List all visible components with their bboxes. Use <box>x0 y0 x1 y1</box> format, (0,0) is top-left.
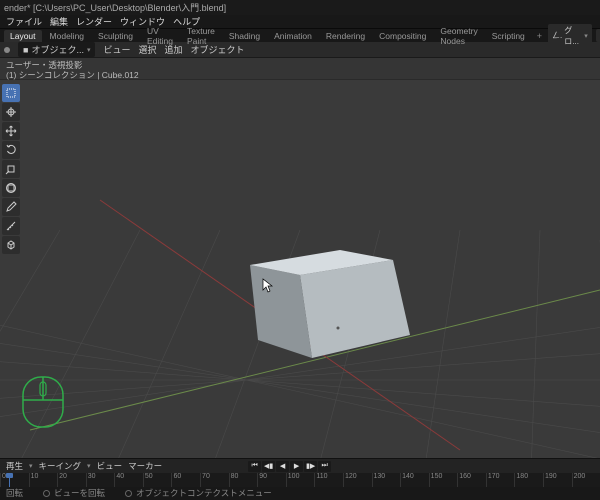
orientation-icon: ㄥ. <box>552 30 562 41</box>
mouse-icon <box>43 490 50 497</box>
tab-rendering[interactable]: Rendering <box>320 30 371 42</box>
chevron-down-icon: ▾ <box>584 32 588 40</box>
status-hint-context: オブジェクトコンテクストメニュー <box>125 487 272 499</box>
status-rotate: 回転 <box>6 487 23 499</box>
chevron-down-icon: ▾ <box>87 46 91 54</box>
tool-select-box[interactable] <box>2 84 20 102</box>
tick: 90 <box>257 473 286 487</box>
status-rotate-label: 回転 <box>6 487 23 499</box>
main-menu: ファイル 編集 レンダー ウィンドウ ヘルプ <box>0 15 600 28</box>
orientation-dropdown[interactable]: ㄥ. グロ... ▾ <box>548 24 592 48</box>
tab-shading[interactable]: Shading <box>223 30 266 42</box>
mode-label: オブジェク... <box>31 43 84 56</box>
tick: 200 <box>572 473 600 487</box>
menu-add[interactable]: 追加 <box>165 43 183 56</box>
menu-edit[interactable]: 編集 <box>50 15 68 28</box>
tick: 150 <box>429 473 458 487</box>
timeline-ruler[interactable]: 0 10 20 30 40 50 60 70 80 90 100 110 120… <box>0 473 600 487</box>
tick: 20 <box>57 473 86 487</box>
transport-controls: ⏮ ◀▮ ◀ ▶ ▮▶ ⏭ <box>248 461 331 472</box>
menu-render[interactable]: レンダー <box>76 15 112 28</box>
titlebar: ender* [C:\Users\PC_User\Desktop\Blender… <box>0 0 600 15</box>
play-button[interactable]: ▶ <box>290 461 303 472</box>
tick: 50 <box>143 473 172 487</box>
tick: 10 <box>29 473 58 487</box>
tick: 30 <box>86 473 115 487</box>
timeline-marker-menu[interactable]: マーカー <box>128 460 162 472</box>
tick: 110 <box>314 473 343 487</box>
tab-scripting[interactable]: Scripting <box>486 30 531 42</box>
viewport-projection: ユーザー・透視投影 <box>6 60 594 70</box>
tool-move[interactable] <box>2 122 20 140</box>
mouse-icon <box>125 490 132 497</box>
jump-last-button[interactable]: ⏭ <box>318 461 331 472</box>
tool-cursor[interactable] <box>2 103 20 121</box>
tick: 40 <box>114 473 143 487</box>
tool-annotate[interactable] <box>2 198 20 216</box>
statusbar: 回転 ビューを回転 オブジェクトコンテクストメニュー <box>0 486 600 500</box>
tab-sculpting[interactable]: Sculpting <box>92 30 139 42</box>
mode-dropdown[interactable]: ■ オブジェク... ▾ <box>18 42 95 57</box>
menu-select[interactable]: 選択 <box>138 43 156 56</box>
jump-first-button[interactable]: ⏮ <box>248 461 261 472</box>
menu-view[interactable]: ビュー <box>103 43 130 56</box>
pivot-dropdown[interactable]: ひ ▾ <box>596 29 600 42</box>
tick: 100 <box>286 473 315 487</box>
tool-add-cube[interactable] <box>2 236 20 254</box>
menu-object[interactable]: オブジェクト <box>191 43 245 56</box>
toolbar <box>2 84 20 254</box>
viewport-header: ■ オブジェク... ▾ ビュー 選択 追加 オブジェクト <box>0 42 600 58</box>
viewport-info: ユーザー・透視投影 (1) シーンコレクション | Cube.012 <box>0 58 600 80</box>
tool-transform[interactable] <box>2 179 20 197</box>
tick: 70 <box>200 473 229 487</box>
timeline-view-menu[interactable]: ビュー <box>97 460 123 472</box>
viewport-object: (1) シーンコレクション | Cube.012 <box>6 70 594 80</box>
tick: 190 <box>543 473 572 487</box>
timeline-keying-menu[interactable]: キーイング <box>39 460 82 472</box>
editor-type-icon[interactable] <box>4 47 10 53</box>
viewport-3d[interactable] <box>0 80 600 458</box>
tab-animation[interactable]: Animation <box>268 30 318 42</box>
tool-measure[interactable] <box>2 217 20 235</box>
tick: 0 <box>0 473 29 487</box>
tab-modeling[interactable]: Modeling <box>44 30 91 42</box>
tick: 170 <box>486 473 515 487</box>
tick: 60 <box>171 473 200 487</box>
status-hint-rotate: ビューを回転 <box>43 487 105 499</box>
tick: 80 <box>229 473 258 487</box>
tick: 140 <box>400 473 429 487</box>
play-reverse-button[interactable]: ◀ <box>276 461 289 472</box>
next-keyframe-button[interactable]: ▮▶ <box>304 461 317 472</box>
mode-icon: ■ <box>23 45 28 55</box>
workspace-tabs: Layout Modeling Sculpting UV Editing Tex… <box>0 28 600 42</box>
mouse-cursor-icon <box>262 278 274 296</box>
tick: 120 <box>343 473 372 487</box>
tab-add[interactable]: + <box>533 31 546 41</box>
cube-object[interactable] <box>250 250 410 358</box>
tick: 130 <box>372 473 401 487</box>
menu-file[interactable]: ファイル <box>6 15 42 28</box>
playhead[interactable] <box>9 473 10 487</box>
tick: 160 <box>457 473 486 487</box>
mouse-hint-icon <box>20 374 66 438</box>
window-title: ender* [C:\Users\PC_User\Desktop\Blender… <box>4 1 226 14</box>
timeline: 再生▾ キーイング▾ ビュー マーカー ⏮ ◀▮ ◀ ▶ ▮▶ ⏭ 0 10 2… <box>0 458 600 486</box>
tab-compositing[interactable]: Compositing <box>373 30 432 42</box>
timeline-play-menu[interactable]: 再生 <box>6 460 23 472</box>
viewport-canvas[interactable] <box>0 80 600 458</box>
tab-geometry-nodes[interactable]: Geometry Nodes <box>434 25 483 47</box>
tab-layout[interactable]: Layout <box>4 30 42 42</box>
tool-scale[interactable] <box>2 160 20 178</box>
orientation-label: グロ... <box>564 25 582 47</box>
prev-keyframe-button[interactable]: ◀▮ <box>262 461 275 472</box>
tool-rotate[interactable] <box>2 141 20 159</box>
tick: 180 <box>514 473 543 487</box>
